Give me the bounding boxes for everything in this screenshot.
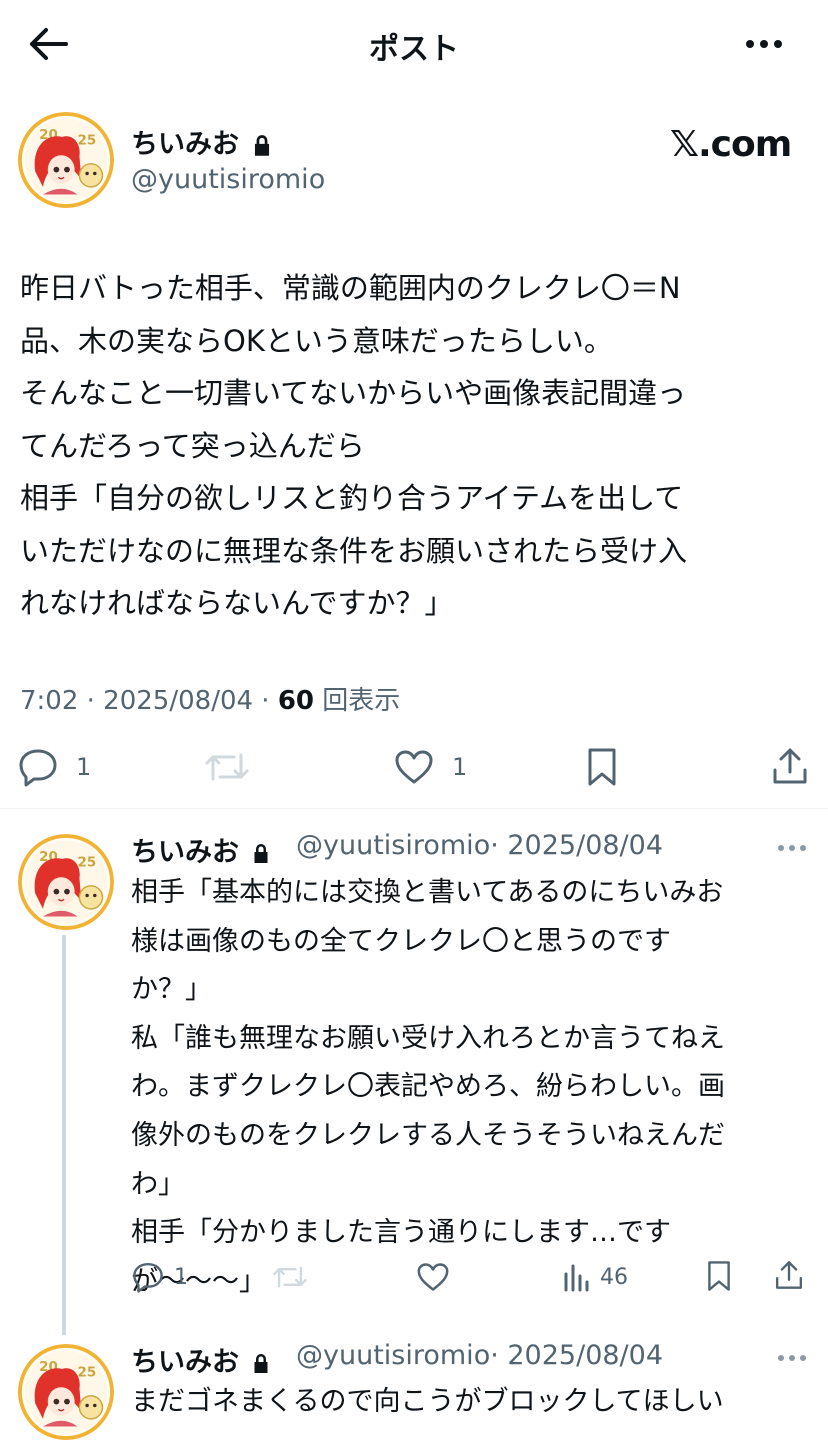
reply-text-line: 様は画像のもの全てクレクレ〇と思うのです (131, 925, 671, 957)
reply-text-line: か？」 (131, 974, 212, 1006)
divider (0, 808, 828, 809)
reply-view-count: 46 (600, 1264, 628, 1290)
reply-author-name-label: ちいみお (131, 837, 239, 868)
post-text-line: れなければならないんですか？」 (20, 586, 454, 620)
reply-text-line: 相手「分かりました言う通りにします…です (131, 1217, 671, 1249)
reply-avatar[interactable] (18, 834, 114, 930)
reply-reply-button[interactable]: 1 (132, 1261, 188, 1293)
post-text: 昨日バトった相手、常識の範囲内のクレクレ〇＝N 品、木の実ならOKという意味だっ… (20, 262, 810, 630)
reply-more-icon[interactable] (776, 838, 808, 862)
reply-reply-count: 1 (174, 1264, 188, 1290)
reply-date: · 2025/08/04 (490, 830, 664, 861)
post-text-line: そんなこと一切書いてないからいや画像表記間違っ (20, 376, 687, 410)
reply-date: · 2025/08/04 (490, 1340, 664, 1371)
reply-count: 1 (76, 753, 92, 781)
reply-views-button[interactable]: 46 (562, 1262, 628, 1292)
reply-handle-label: @yuutisiromio (296, 1340, 491, 1371)
bookmark-button[interactable] (586, 747, 618, 787)
reply-author-name-label: ちいみお (131, 1347, 239, 1378)
reply-text-line: 相手「基本的には交換と書いてあるのにちいみお (131, 877, 724, 908)
reply-author-name[interactable]: ちいみお (131, 1340, 273, 1379)
lock-icon (249, 1352, 273, 1376)
reply-button[interactable]: 1 (18, 747, 91, 787)
reply-text-line: 私「誰も無理なお願い受け入れろとか言うてねえ (131, 1022, 725, 1054)
reply-text-line: が〜〜〜」 (131, 1265, 266, 1297)
top-bar: ポスト (0, 0, 828, 88)
reply-handle[interactable]: @yuutisiromio· 2025/08/04 (296, 830, 663, 861)
share-icon (775, 1261, 803, 1289)
lock-icon (249, 842, 273, 866)
thread-line (62, 935, 66, 1335)
reply-bookmark-button[interactable] (706, 1260, 732, 1292)
reply-text: まだゴネまくるので向こうがブロックしてほしい (131, 1378, 801, 1427)
post-text-line: 昨日バトった相手、常識の範囲内のクレクレ〇＝N (20, 271, 681, 305)
brand-label: 𝕏.com (670, 124, 792, 165)
share-button[interactable] (771, 746, 809, 786)
page-title: ポスト (369, 32, 459, 67)
author-name-label: ちいみお (131, 129, 239, 160)
repost-button[interactable] (204, 749, 250, 785)
heart-icon (395, 750, 433, 784)
post-timestamp: 7:02 · 2025/08/04 · (20, 686, 278, 716)
reply-repost-button[interactable] (272, 1263, 308, 1291)
reply-handle-label: @yuutisiromio (296, 830, 491, 861)
reply-avatar[interactable] (18, 1344, 114, 1440)
author-handle[interactable]: @yuutisiromio (131, 164, 325, 195)
like-button[interactable]: 1 (394, 749, 467, 785)
analytics-icon (564, 1264, 589, 1292)
post-meta: 7:02 · 2025/08/04 · 60 回表示 (20, 680, 400, 717)
reply-handle[interactable]: @yuutisiromio· 2025/08/04 (296, 1340, 663, 1371)
more-options-icon[interactable] (742, 22, 790, 62)
reply-icon (19, 749, 57, 787)
reply-text-line: わ。まずクレクレ〇表記やめろ、紛らわしい。画 (131, 1071, 725, 1103)
reply-author-name[interactable]: ちいみお (131, 830, 273, 869)
repost-icon (205, 753, 249, 781)
like-count: 1 (452, 753, 468, 781)
view-count: 60 (277, 686, 315, 716)
post-text-line: 相手「自分の欲しリスと釣り合うアイテムを出して (20, 481, 684, 515)
reply-icon (133, 1263, 163, 1293)
reply-more-icon[interactable] (776, 1348, 808, 1372)
post-text-line: いただけなのに無理な条件をお願いされたら受け入 (20, 533, 688, 568)
bookmark-icon (708, 1261, 730, 1291)
author-name[interactable]: ちいみお (131, 122, 275, 161)
reply-text: 相手「基本的には交換と書いてあるのにちいみお 様は画像のもの全てクレクレ〇と思う… (131, 869, 801, 1306)
lock-icon (249, 133, 275, 159)
avatar[interactable] (18, 112, 114, 208)
view-label: 回表示 (314, 686, 401, 716)
repost-icon (273, 1266, 307, 1288)
reply-like-button[interactable] (416, 1262, 450, 1292)
post-text-line: てんだろって突っ込んだら (20, 428, 365, 463)
reply-text-line: 像外のものをクレクレする人そうそういねえんだ (131, 1119, 725, 1151)
share-icon (773, 748, 807, 784)
post-text-line: 品、木の実ならOKという意味だったらしい。 (20, 323, 613, 358)
reply-share-button[interactable] (774, 1259, 804, 1291)
bookmark-icon (588, 748, 616, 786)
reply-text-line: わ」 (131, 1168, 185, 1200)
heart-icon (417, 1263, 449, 1291)
reply-text-line: まだゴネまくるので向こうがブロックしてほしい (131, 1386, 724, 1417)
